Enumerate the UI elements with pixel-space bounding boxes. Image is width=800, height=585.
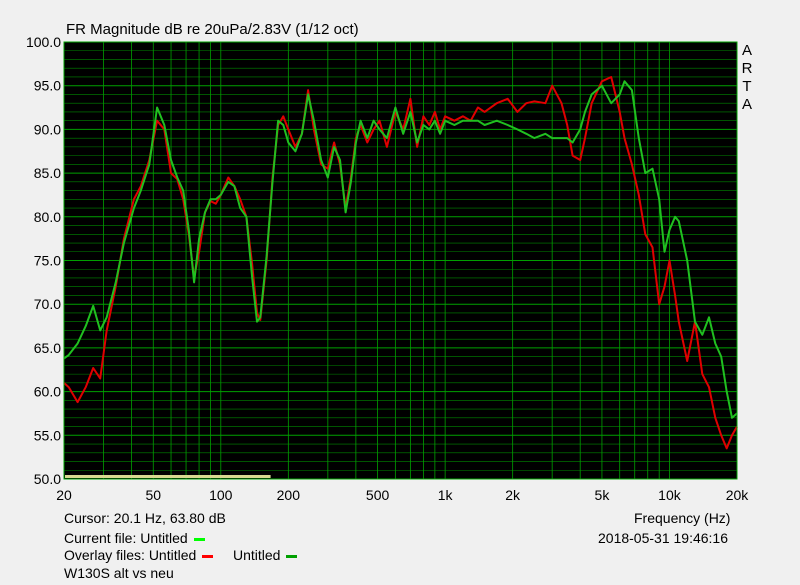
x-tick-label: 20 bbox=[56, 487, 72, 500]
y-axis: 50.0 55.0 60.0 65.0 70.0 75.0 80.0 85.0 90.0 95.0… bbox=[26, 34, 61, 487]
x-tick-label: 5k bbox=[595, 487, 611, 500]
x-tick-label: 2k bbox=[505, 487, 521, 500]
y-tick-label: 70.0 bbox=[34, 296, 61, 312]
x-axis-label: Frequency (Hz) bbox=[634, 510, 731, 526]
cursor-marker[interactable] bbox=[65, 475, 271, 478]
cursor-bar bbox=[65, 475, 271, 478]
overlay-files: Overlay files: Untitled Untitled bbox=[64, 547, 298, 563]
x-tick-label: 500 bbox=[366, 487, 390, 500]
measurement-description: W130S alt vs neu bbox=[64, 565, 174, 581]
x-tick-label: 50 bbox=[145, 487, 161, 500]
frequency-response-chart[interactable]: 20 50 100 200 500 1k 2k 5k 10k 20k 50.0 55.0 60.0 65… bbox=[0, 0, 800, 500]
x-tick-label: 10k bbox=[658, 487, 682, 500]
x-tick-label: 100 bbox=[209, 487, 233, 500]
timestamp: 2018-05-31 19:46:16 bbox=[598, 530, 728, 546]
y-tick-label: 65.0 bbox=[34, 340, 61, 356]
x-tick-label: 20k bbox=[726, 487, 750, 500]
current-file: Current file: Untitled bbox=[64, 530, 205, 546]
overlay-file-swatch bbox=[286, 554, 298, 558]
y-tick-label: 60.0 bbox=[34, 384, 61, 400]
overlay-file-swatch bbox=[202, 554, 214, 558]
overlay-file-name: Untitled bbox=[148, 547, 197, 563]
cursor-readout: Cursor: 20.1 Hz, 63.80 dB bbox=[64, 510, 226, 526]
x-tick-label: 200 bbox=[277, 487, 301, 500]
y-tick-label: 100.0 bbox=[26, 34, 61, 50]
y-tick-label: 85.0 bbox=[34, 165, 61, 181]
x-axis: 20 50 100 200 500 1k 2k 5k 10k 20k bbox=[56, 487, 749, 500]
y-tick-label: 50.0 bbox=[34, 471, 61, 487]
y-tick-label: 80.0 bbox=[34, 209, 61, 225]
overlay-files-label: Overlay files: bbox=[64, 547, 149, 563]
x-tick-label: 1k bbox=[438, 487, 454, 500]
y-tick-label: 90.0 bbox=[34, 121, 61, 137]
current-file-swatch bbox=[193, 537, 205, 541]
current-file-label: Current file: Untitled bbox=[64, 530, 188, 546]
y-tick-label: 95.0 bbox=[34, 78, 61, 94]
y-tick-label: 75.0 bbox=[34, 253, 61, 269]
y-tick-label: 55.0 bbox=[34, 427, 61, 443]
overlay-file-name: Untitled bbox=[232, 547, 281, 563]
